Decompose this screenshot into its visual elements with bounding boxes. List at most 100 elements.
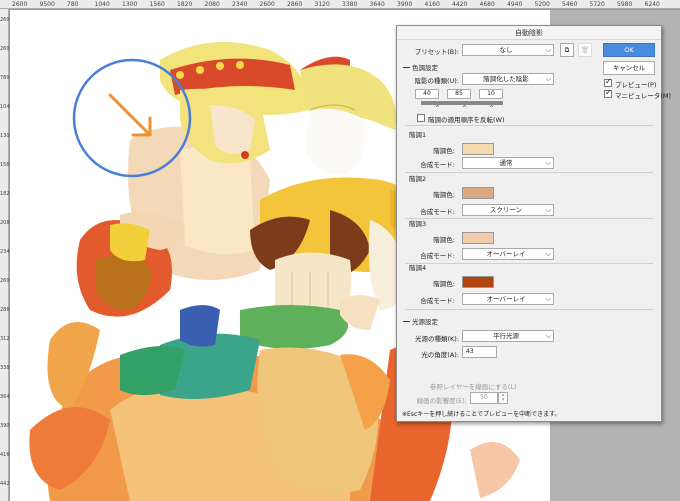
ruler-tick-label: 260: [0, 17, 10, 23]
divider: [405, 309, 653, 310]
reverse-order-label: 階調の適用順序を反転(W): [428, 116, 505, 124]
gradient-4-mode-select[interactable]: オーバーレイ ⌵: [462, 293, 554, 305]
light-type-select[interactable]: 平行光源 ⌵: [462, 330, 554, 342]
ruler-tick-label: 3380: [0, 365, 13, 371]
light-angle-input[interactable]: 43: [462, 346, 497, 358]
gradient-1-color-swatch[interactable]: [462, 143, 494, 155]
slider-handle-2[interactable]: ^: [462, 105, 467, 112]
gradient-2-mode-select[interactable]: スクリーン ⌵: [462, 204, 554, 216]
ruler-tick-label: 5720: [589, 1, 605, 8]
gradient-3-title: 階調3: [409, 220, 427, 228]
ruler-tick-label: 1560: [149, 1, 165, 8]
dialog-title: 自動陰影: [397, 26, 661, 40]
manipulator-label: マニピュレータ(M): [615, 92, 672, 100]
reverse-order-checkbox[interactable]: [417, 114, 425, 122]
ruler-tick-label: 5200: [534, 1, 550, 8]
gradient-2-mode-value: スクリーン: [489, 206, 523, 214]
gradient-4-color-label: 階調色:: [433, 280, 455, 288]
light-type-value: 平行光源: [493, 332, 519, 340]
color-section-label: 色調設定: [412, 64, 438, 72]
slider-handle-3[interactable]: ^: [489, 105, 494, 112]
cancel-button[interactable]: キャンセル: [603, 61, 655, 75]
gradient-3-mode-select[interactable]: オーバーレイ ⌵: [462, 248, 554, 260]
reference-layer-label: 参照レイヤーを線画にする(L): [430, 383, 517, 391]
annotation-overlay: [72, 58, 192, 178]
chevron-down-icon: ⌵: [545, 250, 551, 258]
ruler-tick-label: 3900: [0, 423, 13, 429]
ruler-tick-label: 4420: [452, 1, 468, 8]
slider-handle-1[interactable]: ^: [435, 105, 440, 112]
ruler-tick-label: 2860: [0, 307, 13, 313]
gradient-4-color-swatch[interactable]: [462, 276, 494, 288]
gradient-2-mode-label: 合成モード:: [420, 208, 455, 216]
help-text: ※Escキーを押し続けることでプレビューを中断できます。: [402, 411, 561, 418]
slider-value-2[interactable]: 85: [447, 89, 471, 99]
gradient-1-mode-value: 通常: [499, 159, 513, 167]
preview-checkbox[interactable]: [604, 77, 612, 87]
divider: [405, 172, 653, 173]
ruler-tick-label: 2600: [12, 1, 28, 8]
light-angle-label: 光の角度(A):: [421, 351, 459, 359]
ruler-tick-label: 780: [0, 75, 10, 81]
ruler-tick-label: 4160: [424, 1, 440, 8]
ruler-tick-label: 1560: [0, 162, 13, 168]
save-preset-icon[interactable]: ⧉: [560, 43, 574, 57]
gradient-4-mode-label: 合成モード:: [420, 297, 455, 305]
slider-value-1[interactable]: 40: [415, 89, 439, 99]
preview-label: プレビュー(P): [615, 81, 657, 89]
gradient-2-color-swatch[interactable]: [462, 187, 494, 199]
light-section-label: 光源設定: [412, 318, 438, 326]
ruler-tick-label: 4160: [0, 452, 13, 458]
ruler-tick-label: 2860: [287, 1, 303, 8]
chevron-down-icon: ⌵: [545, 332, 551, 340]
gradient-2-title: 階調2: [409, 175, 427, 183]
shadow-type-select[interactable]: 階調化した陰影 ⌵: [462, 73, 554, 85]
gradient-3-color-swatch[interactable]: [462, 232, 494, 244]
chevron-down-icon: ⌵: [545, 206, 551, 214]
ruler-tick-label: 3900: [397, 1, 413, 8]
ruler-tick-label: 5460: [562, 1, 578, 8]
color-section-header[interactable]: 色調設定: [403, 62, 438, 72]
chevron-down-icon: ⌵: [545, 159, 551, 167]
chevron-down-icon: ⌵: [545, 46, 551, 54]
ruler-tick-label: 2600: [0, 278, 13, 284]
ok-button[interactable]: OK: [603, 43, 655, 57]
gradient-1-title: 階調1: [409, 131, 427, 139]
line-influence-spinner[interactable]: ▴ ▾: [498, 392, 508, 404]
ruler-tick-label: 780: [67, 1, 79, 8]
chevron-down-icon: ⌵: [545, 75, 551, 83]
preset-label: プリセット(B):: [414, 48, 459, 56]
slider-value-3[interactable]: 10: [479, 89, 503, 99]
gradient-3-mode-label: 合成モード:: [420, 252, 455, 260]
line-influence-input[interactable]: 50: [470, 392, 498, 404]
auto-shadow-dialog: 自動陰影 プリセット(B): なし ⌵ ⧉ 🗑 OK キャンセル プレビュー(P…: [396, 25, 671, 422]
ruler-tick-label: 4940: [507, 1, 523, 8]
ruler-tick-label: 260: [0, 46, 10, 52]
ruler-tick-label: 5980: [617, 1, 633, 8]
delete-preset-icon[interactable]: 🗑: [578, 43, 592, 57]
divider: [405, 263, 653, 264]
preset-select[interactable]: なし ⌵: [462, 44, 554, 56]
ruler-tick-label: 2080: [0, 220, 13, 226]
ruler-tick-label: 1300: [0, 133, 13, 139]
chevron-down-icon: ⌵: [545, 295, 551, 303]
ruler-tick-label: 1040: [0, 104, 13, 110]
ruler-tick-label: 2340: [0, 249, 13, 255]
ruler-tick-label: 1040: [94, 1, 110, 8]
ruler-tick-label: 3380: [342, 1, 358, 8]
ruler-tick-label: 9500: [39, 1, 55, 8]
light-type-label: 光源の種類(K):: [414, 335, 459, 343]
manipulator-checkbox[interactable]: [604, 88, 612, 98]
divider: [405, 218, 653, 219]
ruler-tick-label: 2340: [232, 1, 248, 8]
shadow-type-value: 階調化した陰影: [483, 75, 529, 83]
ruler-tick-label: 1820: [0, 191, 13, 197]
gradient-1-mode-select[interactable]: 通常 ⌵: [462, 157, 554, 169]
gradient-4-title: 階調4: [409, 264, 427, 272]
divider: [405, 125, 653, 126]
ruler-tick-label: 3640: [369, 1, 385, 8]
shadow-type-label: 陰影の種類(U):: [414, 77, 459, 85]
light-section-header[interactable]: 光源設定: [403, 316, 438, 326]
gradient-1-mode-label: 合成モード:: [420, 161, 455, 169]
ruler-tick-label: 1300: [122, 1, 138, 8]
